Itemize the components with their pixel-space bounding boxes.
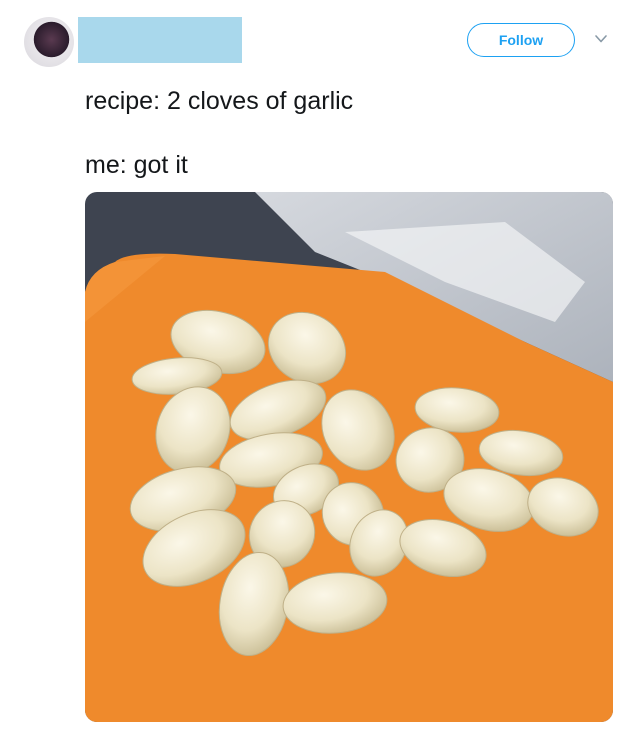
chevron-down-icon[interactable] xyxy=(594,32,608,46)
tweet-photo[interactable] xyxy=(85,192,613,722)
tweet-text-line-1: recipe: 2 cloves of garlic xyxy=(85,87,354,115)
username-redaction xyxy=(78,17,242,63)
avatar[interactable] xyxy=(24,17,74,67)
tweet-text-line-2: me: got it xyxy=(85,151,188,179)
follow-button[interactable]: Follow xyxy=(467,23,575,57)
